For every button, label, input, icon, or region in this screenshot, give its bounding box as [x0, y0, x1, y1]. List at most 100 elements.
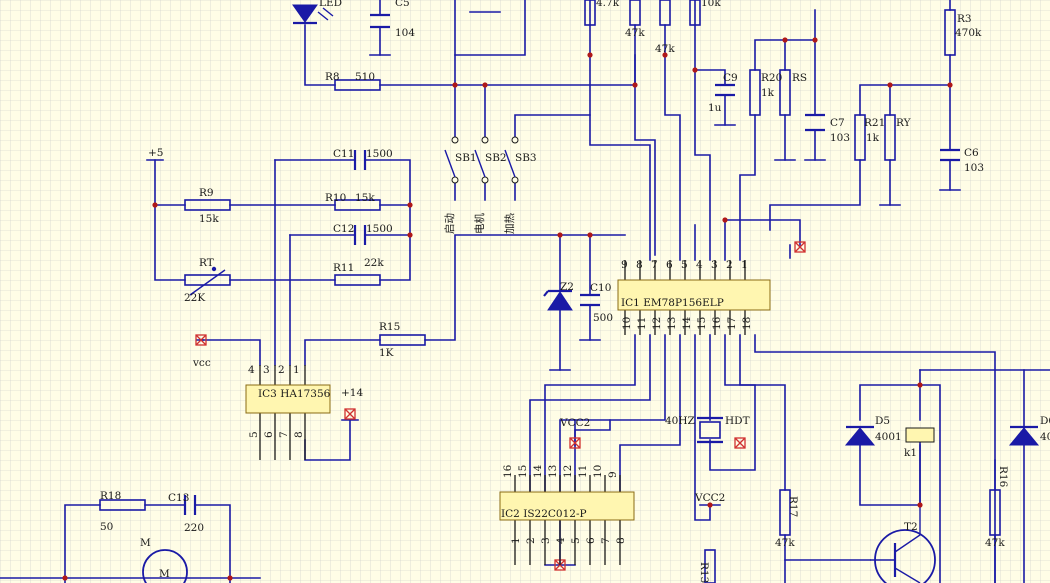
rt-label: RT — [199, 257, 214, 269]
ic1-pin-15: 15 — [696, 317, 708, 330]
r9-label: R9 — [199, 187, 214, 199]
r13-label: R13 — [698, 562, 710, 583]
top-b-value: 47k — [625, 27, 645, 39]
ic2-pin-9: 9 — [607, 471, 619, 478]
c9-label: C9 — [723, 72, 738, 84]
ic2-pin-16: 16 — [502, 464, 514, 478]
r18-label: R18 — [100, 490, 121, 502]
ic3-pin-3: 3 — [263, 364, 270, 376]
ic2-pin-2: 2 — [525, 537, 537, 544]
ic1-pin-6: 6 — [666, 259, 673, 271]
r16-value: 47k — [985, 537, 1005, 549]
ic2-pin-15: 15 — [517, 465, 529, 478]
c10-value: 500 — [593, 312, 613, 324]
ic1-pin-4: 4 — [696, 259, 703, 271]
c7-label: C7 — [830, 117, 845, 129]
ic2-pin-3: 3 — [540, 537, 552, 544]
ic2-pin-1: 1 — [510, 537, 522, 544]
c13-label: C13 — [168, 492, 189, 504]
vcc-label: vcc — [192, 357, 211, 369]
ry-label: RY — [896, 117, 912, 129]
c11-label: C11 — [333, 148, 354, 160]
r11-value: 22k — [364, 257, 384, 269]
sb2-label: SB2 — [485, 152, 507, 164]
sb1-label: SB1 — [455, 152, 477, 164]
rs-label: RS — [792, 72, 807, 84]
r17-value: 47k — [775, 537, 795, 549]
r15-value: 1K — [379, 347, 394, 359]
r16-label: R16 — [997, 466, 1009, 488]
ic1-pin-7: 7 — [651, 259, 658, 271]
d5-type: 4001 — [875, 431, 902, 443]
relay-k1-coil — [905, 427, 935, 443]
top-d-value: 10k — [701, 0, 721, 9]
ic1-pin-12: 12 — [651, 317, 663, 330]
ic2-pin-6: 6 — [585, 537, 597, 544]
ic3-pin-8: 8 — [293, 431, 305, 438]
ic2-pin-11: 11 — [577, 465, 589, 478]
r21-value: 1k — [866, 132, 880, 144]
ic3-pin-4: 4 — [248, 364, 255, 376]
ic2-pin-4: 4 — [555, 537, 567, 544]
c13-value: 220 — [184, 522, 204, 534]
freq-label: 40HZ — [665, 415, 695, 427]
ic1-pin-9: 9 — [621, 259, 628, 271]
ic2-pin-8: 8 — [615, 537, 627, 544]
r21-label: R21 — [864, 117, 885, 129]
ic1-pin-10: 10 — [621, 317, 633, 330]
sb3-label: SB3 — [515, 152, 537, 164]
switch-label-start: 启动 — [443, 213, 456, 234]
c12-value: 1500 — [366, 223, 393, 235]
ic1-pin-5: 5 — [681, 259, 688, 271]
r17-label: R17 — [787, 496, 799, 517]
ic3-pin-2: 2 — [278, 364, 285, 376]
ic1-pin-16: 16 — [711, 316, 723, 330]
ic2-pin-5: 5 — [570, 537, 582, 544]
vcc2-label-a: VCC2 — [559, 417, 590, 429]
k1-label: k1 — [904, 447, 917, 459]
plus14-label: +14 — [341, 387, 363, 399]
ic1-pin-11: 11 — [636, 317, 648, 330]
c5-value: 104 — [395, 27, 415, 39]
ic3-pin-5: 5 — [248, 431, 260, 438]
top-a-value: 4.7k — [596, 0, 620, 9]
ic3-pin-6: 6 — [263, 431, 275, 438]
ic1-pin-13: 13 — [666, 317, 678, 330]
r8-value: 510 — [355, 71, 375, 83]
ic1-pin-8: 8 — [636, 259, 643, 271]
rt-value: 22K — [184, 292, 205, 304]
r3-label: R3 — [957, 13, 972, 25]
ic2-pin-10: 10 — [592, 465, 604, 478]
plus5-label: +5 — [148, 147, 163, 159]
r15-label: R15 — [379, 321, 400, 333]
c12-label: C12 — [333, 223, 354, 235]
c6-value: 103 — [964, 162, 984, 174]
d6-type: 4001 — [1040, 431, 1050, 443]
motor-label: M — [140, 537, 151, 549]
ic1-pin-3: 3 — [711, 259, 718, 271]
ic1-pin-2: 2 — [726, 259, 733, 271]
led-label: LED — [319, 0, 342, 9]
z2-label: Z2 — [560, 281, 574, 293]
motor-symbol-label: M — [159, 568, 170, 580]
top-c-value: 47k — [655, 43, 675, 55]
ic1-pin-18: 18 — [741, 317, 753, 330]
c6-label: C6 — [964, 147, 979, 159]
hdt-label: HDT — [725, 415, 750, 427]
d5-label: D5 — [875, 415, 890, 427]
r20-label: R20 — [761, 72, 782, 84]
r10-value: 15k — [355, 192, 375, 204]
t2-label: T2 — [904, 521, 918, 533]
switch-label-motor: 电机 — [473, 213, 486, 234]
c5-label: C5 — [395, 0, 410, 9]
r8-label: R8 — [325, 71, 340, 83]
r18-value: 50 — [100, 521, 113, 533]
ic3-label: IC3 HA17356 — [258, 388, 331, 400]
ic2-pin-12: 12 — [562, 465, 574, 478]
r10-label: R10 — [325, 192, 346, 204]
r9-value: 15k — [199, 213, 219, 225]
r3-value: 470k — [955, 27, 982, 39]
crystal-hdt — [697, 416, 723, 444]
ic2-pin-13: 13 — [547, 465, 559, 478]
ic2-label: IC2 IS22C012-P — [501, 508, 587, 520]
